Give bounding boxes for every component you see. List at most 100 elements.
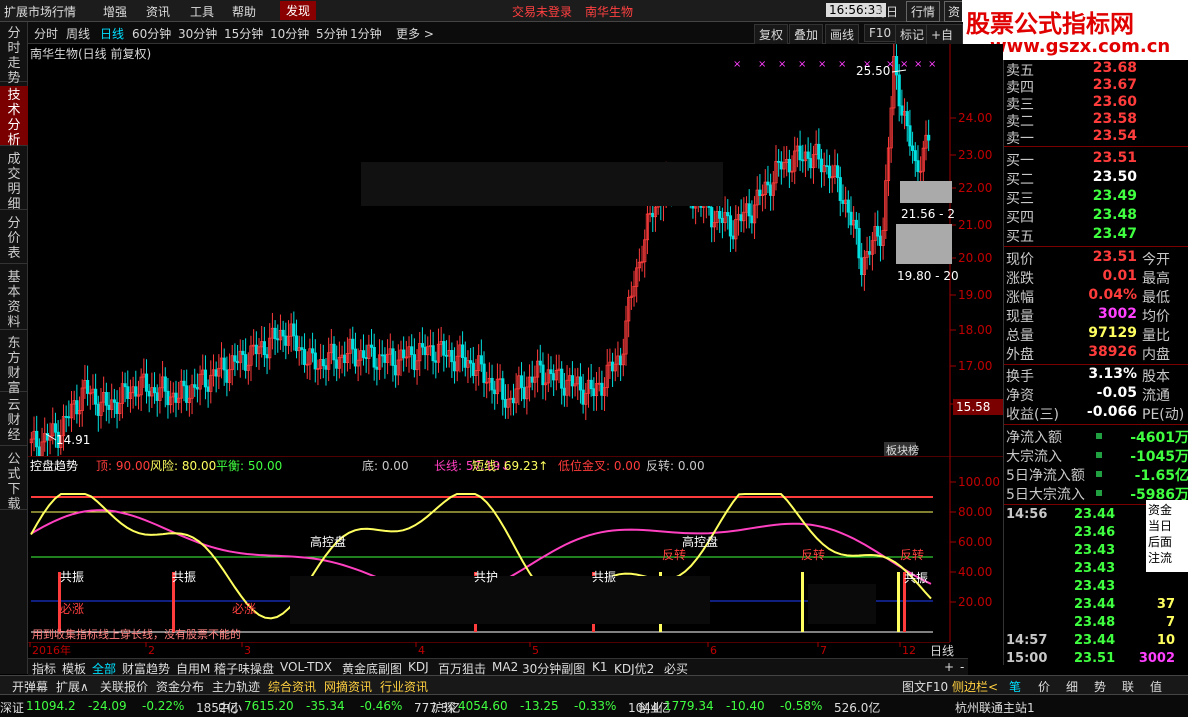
chart-tool-3[interactable]: 画线 xyxy=(825,24,860,45)
left-tab-3[interactable]: 成交明细 xyxy=(0,150,28,212)
chart-tool-2[interactable]: 叠加 xyxy=(789,24,824,45)
stat-label-2: 流通 xyxy=(1142,388,1170,404)
more-button[interactable]: 资 xyxy=(944,1,965,22)
indicator-signal-label: 高控盘 xyxy=(682,534,718,549)
panel-icon-2[interactable]: 价 xyxy=(1038,678,1050,695)
left-tab-1[interactable]: 分时走势 xyxy=(0,24,28,86)
period-tab-5[interactable]: 30分钟 xyxy=(178,25,217,42)
menu-item-enhance[interactable]: 增强 xyxy=(103,3,127,20)
bid-row-2[interactable]: 买二 23.50 xyxy=(1004,169,1188,188)
left-tab-6[interactable]: 东方财富 xyxy=(0,334,28,396)
period-tab-4[interactable]: 60分钟 xyxy=(132,25,171,42)
left-tab-5[interactable]: 基本资料 xyxy=(0,268,28,330)
period-tab-1[interactable]: 分时 xyxy=(34,25,58,42)
left-tab-7[interactable]: 云财经 xyxy=(0,396,28,446)
index-name[interactable]: 深证 xyxy=(0,699,24,716)
indicator-signal-label: 共护 xyxy=(474,570,498,584)
left-tab-4[interactable]: 分价表 xyxy=(0,214,28,264)
menu-item-market[interactable]: 扩展市场行情 xyxy=(4,3,76,20)
menu-item-help[interactable]: 帮助 xyxy=(232,3,256,20)
bid-row-1[interactable]: 买一 23.51 xyxy=(1004,150,1188,169)
menu-item-news[interactable]: 资讯 xyxy=(146,3,170,20)
toolbar-item-8[interactable]: 行业资讯 xyxy=(380,678,428,695)
period-tab-9[interactable]: 1分钟 xyxy=(350,25,382,42)
candle-body xyxy=(276,338,280,341)
server-status[interactable]: 杭州联通主站1 xyxy=(955,699,1035,716)
index-name[interactable]: 创业 xyxy=(638,699,662,716)
toolbar-item-3[interactable]: 关联报价 xyxy=(100,678,148,695)
indicator-name[interactable]: 控盘趋势 xyxy=(30,458,78,473)
candle-body xyxy=(827,165,832,179)
panel-icon-4[interactable]: 势 xyxy=(1094,678,1106,695)
kline-chart[interactable]: 24.00 23.00 22.00 21.00 20.00 19.00 18.00 17.00… xyxy=(28,44,1003,456)
period-tab-2[interactable]: 周线 xyxy=(66,25,90,42)
sidebar-toggle[interactable]: 侧边栏< xyxy=(952,678,998,695)
toolbar-item-2[interactable]: 扩展∧ xyxy=(56,678,89,695)
quote-button[interactable]: 行情 xyxy=(906,1,941,22)
toolbar-item-7[interactable]: 网摘资讯 xyxy=(324,678,372,695)
candle-body xyxy=(214,369,218,377)
discover-button[interactable]: 发现 xyxy=(280,1,317,20)
toolbar-item-1[interactable]: 开弹幕 xyxy=(12,678,48,695)
stat-value: 38926 xyxy=(1088,344,1137,360)
flow-row[interactable]: 5日净流入额 -1.65亿 xyxy=(1004,465,1188,484)
panel-icon-1[interactable]: 笔 xyxy=(1009,678,1021,695)
candle-body xyxy=(364,357,368,359)
flow-row[interactable]: 净流入额 -4601万 xyxy=(1004,427,1188,446)
candle-body xyxy=(241,350,245,355)
indicator-tab-7[interactable]: VOL-TDX xyxy=(280,660,332,674)
toolbar-item-6[interactable]: 综合资讯 xyxy=(268,678,316,695)
chart-tool-1[interactable]: 复权 xyxy=(754,24,789,45)
stat-row: 涨幅 0.04% 最低 xyxy=(1004,287,1188,306)
bid-row-3[interactable]: 买三 23.49 xyxy=(1004,188,1188,207)
panel-icon-3[interactable]: 细 xyxy=(1066,678,1078,695)
stat-row: 现量 3002 均价 xyxy=(1004,306,1188,325)
index-name[interactable]: 沪深 xyxy=(432,699,456,716)
tick-price: 23.44 xyxy=(1074,597,1116,612)
indicator-tab-11[interactable]: MA2 xyxy=(492,660,518,674)
ask-row-1[interactable]: 卖一 23.54 xyxy=(1004,128,1188,147)
period-tab-6[interactable]: 15分钟 xyxy=(224,25,263,42)
toolbar-item-4[interactable]: 资金分布 xyxy=(156,678,204,695)
indicator-tab-9[interactable]: KDJ xyxy=(408,660,429,674)
stat-value: -0.066 xyxy=(1086,404,1137,420)
candle-body xyxy=(37,446,41,456)
flow-row[interactable]: 大宗流入 -1045万 xyxy=(1004,446,1188,465)
f10-button[interactable]: 图文F10 xyxy=(902,678,948,695)
remove-tab-button[interactable]: - xyxy=(960,660,964,674)
candle-body xyxy=(115,401,119,414)
bid-row-4[interactable]: 买四 23.48 xyxy=(1004,207,1188,226)
period-tab-7[interactable]: 10分钟 xyxy=(270,25,309,42)
signal-marker: × xyxy=(914,59,922,70)
ask-price: 23.58 xyxy=(1092,111,1137,127)
left-tab-8[interactable]: 公式下载 xyxy=(0,450,28,512)
side-popup[interactable]: 资金 当日 后面 注流 xyxy=(1146,500,1188,572)
candle-body xyxy=(324,365,328,370)
chart-tool-5[interactable]: 标记 xyxy=(895,24,930,45)
panel-icon-5[interactable]: 联 xyxy=(1122,678,1134,695)
period-tab-3[interactable]: 日线 xyxy=(100,25,124,42)
menu-item-tools[interactable]: 工具 xyxy=(190,3,214,20)
left-tab-2[interactable]: 技术分析 xyxy=(0,86,28,148)
panel-icon-6[interactable]: 值 xyxy=(1150,678,1162,695)
redacted-overlay-3 xyxy=(808,584,876,624)
index-pct: -0.58% xyxy=(780,699,823,713)
price-axis-label: 20.00 xyxy=(958,251,992,265)
indicator-tab-13[interactable]: K1 xyxy=(592,660,608,674)
candle-body xyxy=(195,386,200,390)
add-tab-button[interactable]: + xyxy=(944,660,954,674)
tick-time: 14:56 xyxy=(1006,507,1048,522)
indicator-chart[interactable]: 控盘趋势 顶: 90.00 风险: 80.00 平衡: 50.00 底: 0.00 长线… xyxy=(28,456,1003,656)
index-name[interactable]: 中小 xyxy=(218,699,242,716)
price-axis-label: 24.00 xyxy=(958,111,992,125)
chart-tool-4[interactable]: F10 xyxy=(864,24,897,42)
indicator-signal-label: 共振 xyxy=(172,570,196,584)
x-axis-label: 4 xyxy=(418,644,425,657)
toolbar-item-5[interactable]: 主力轨迹 xyxy=(212,678,260,695)
period-tab-8[interactable]: 5分钟 xyxy=(316,25,348,42)
bid-row-5[interactable]: 买五 23.47 xyxy=(1004,226,1188,245)
left-tab-strip: 分时走势技术分析成交明细分价表基本资料东方财富云财经公式下载 xyxy=(0,22,28,674)
candle-body xyxy=(718,211,722,219)
period-tab-10[interactable]: 更多 > xyxy=(396,25,434,42)
candle-body xyxy=(335,359,339,369)
